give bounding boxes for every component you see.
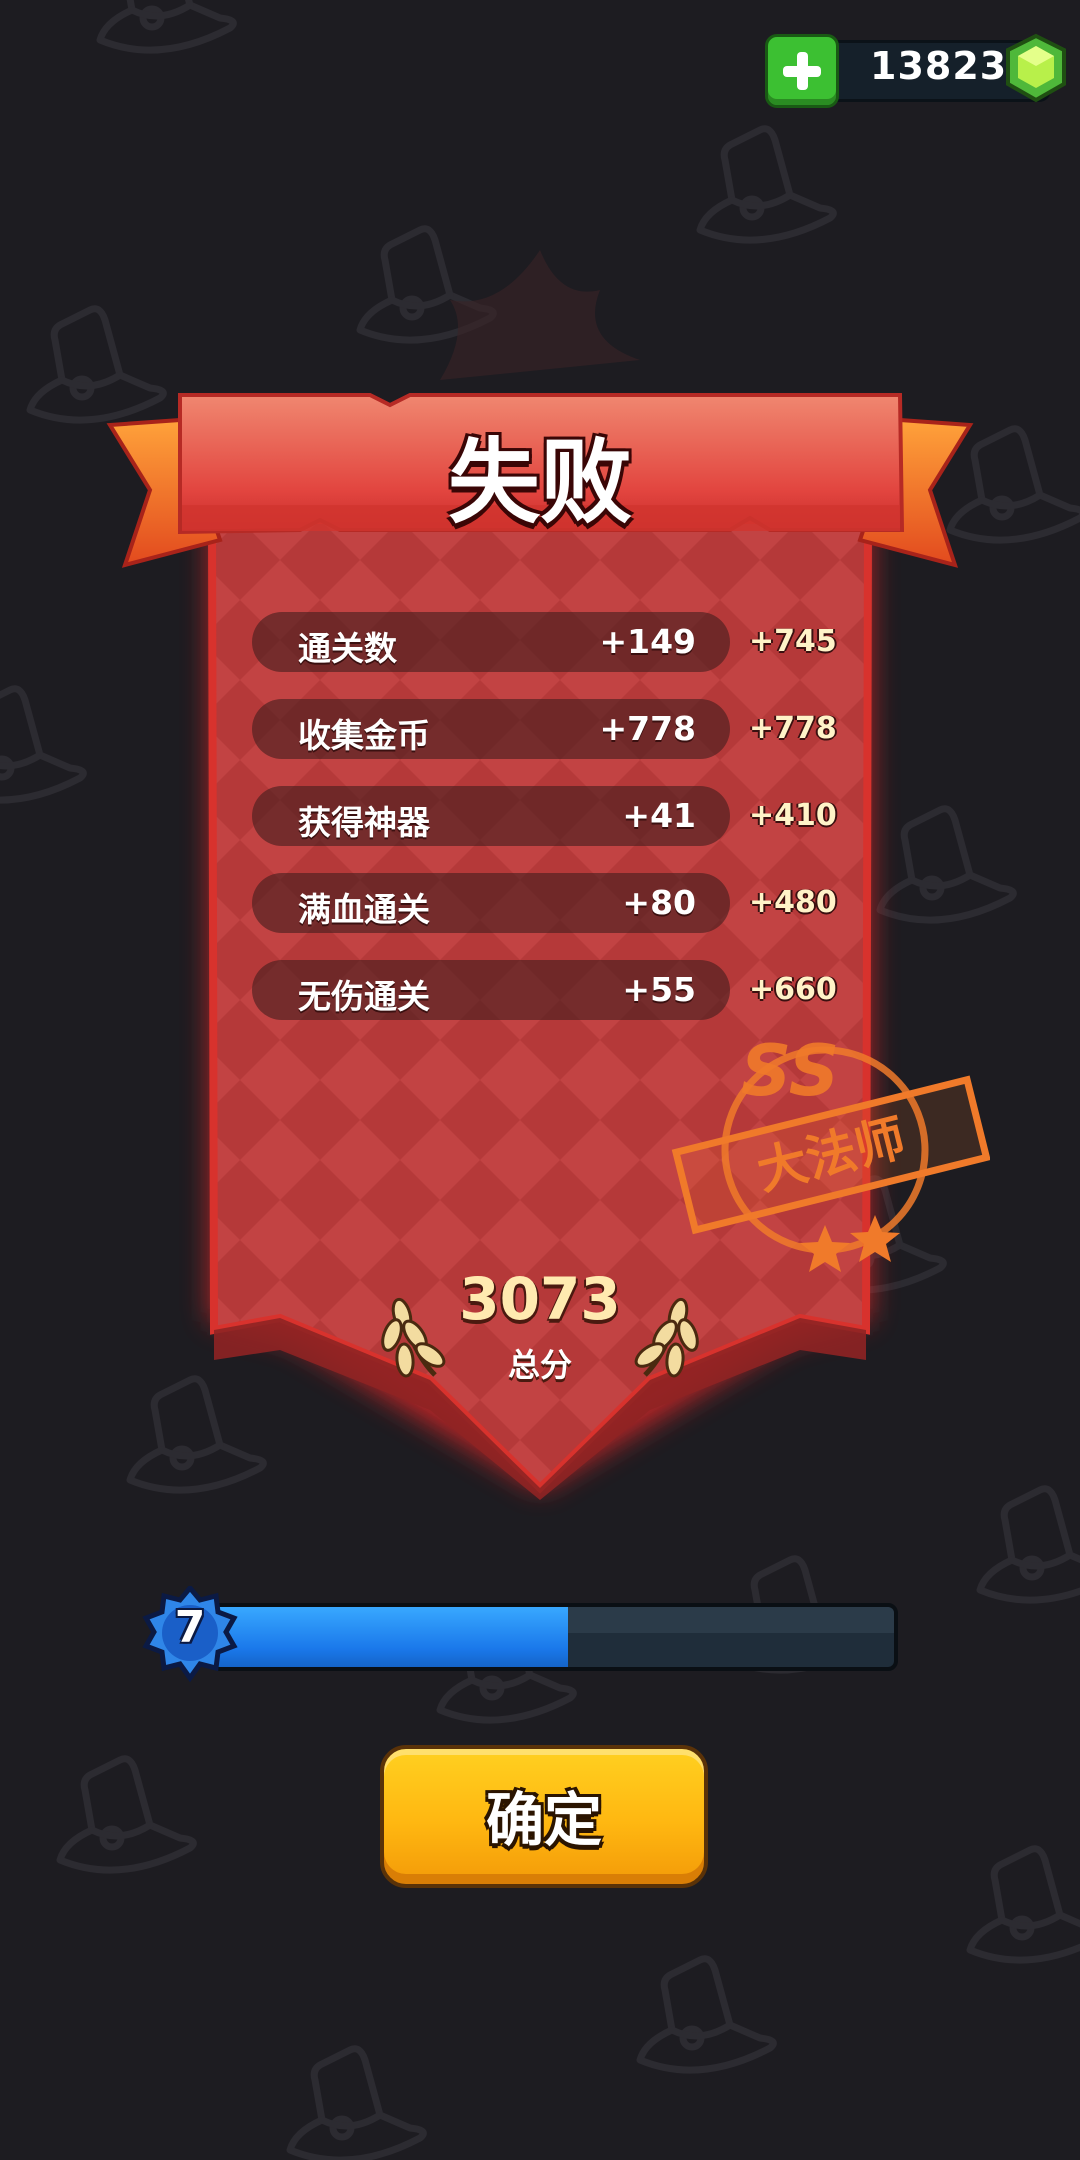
stat-value: +149 <box>599 622 696 661</box>
stat-score: +410 <box>749 798 837 833</box>
stat-label: 无伤通关 <box>298 977 430 1016</box>
stat-score: +660 <box>749 972 837 1007</box>
result-title: 失败 <box>447 429 632 536</box>
stat-score: +745 <box>749 624 837 659</box>
confirm-button-label: 确定 <box>485 1786 602 1854</box>
stat-value: +55 <box>622 970 696 1009</box>
stat-score: +480 <box>749 885 837 920</box>
stat-label: 获得神器 <box>298 803 430 842</box>
stat-score: +778 <box>749 711 837 746</box>
stat-row-coins: 收集金币 +778 +778 <box>252 699 837 759</box>
stamp-grade: SS <box>741 1030 839 1112</box>
stat-row-levels: 通关数 +149 +745 <box>252 612 837 672</box>
stat-value: +41 <box>622 796 696 835</box>
confirm-button[interactable]: 确定 <box>380 1745 708 1888</box>
stat-label: 通关数 <box>298 629 397 668</box>
stat-value: +778 <box>599 709 696 748</box>
total-score-label: 总分 <box>507 1346 572 1384</box>
stat-row-no-damage: 无伤通关 +55 +660 <box>252 960 837 1020</box>
level-progress-bar <box>210 1603 898 1671</box>
stat-row-full-hp: 满血通关 +80 +480 <box>252 873 837 933</box>
stat-row-artifacts: 获得神器 +41 +410 <box>252 786 837 846</box>
stat-label: 收集金币 <box>298 716 430 755</box>
level-progress-fill <box>214 1607 568 1667</box>
total-score: 3073 <box>459 1265 621 1333</box>
stat-label: 满血通关 <box>298 890 430 929</box>
rank-stamp: SS 大法师 <box>671 1030 990 1272</box>
stat-value: +80 <box>622 883 696 922</box>
level-number: 7 <box>174 1602 206 1653</box>
